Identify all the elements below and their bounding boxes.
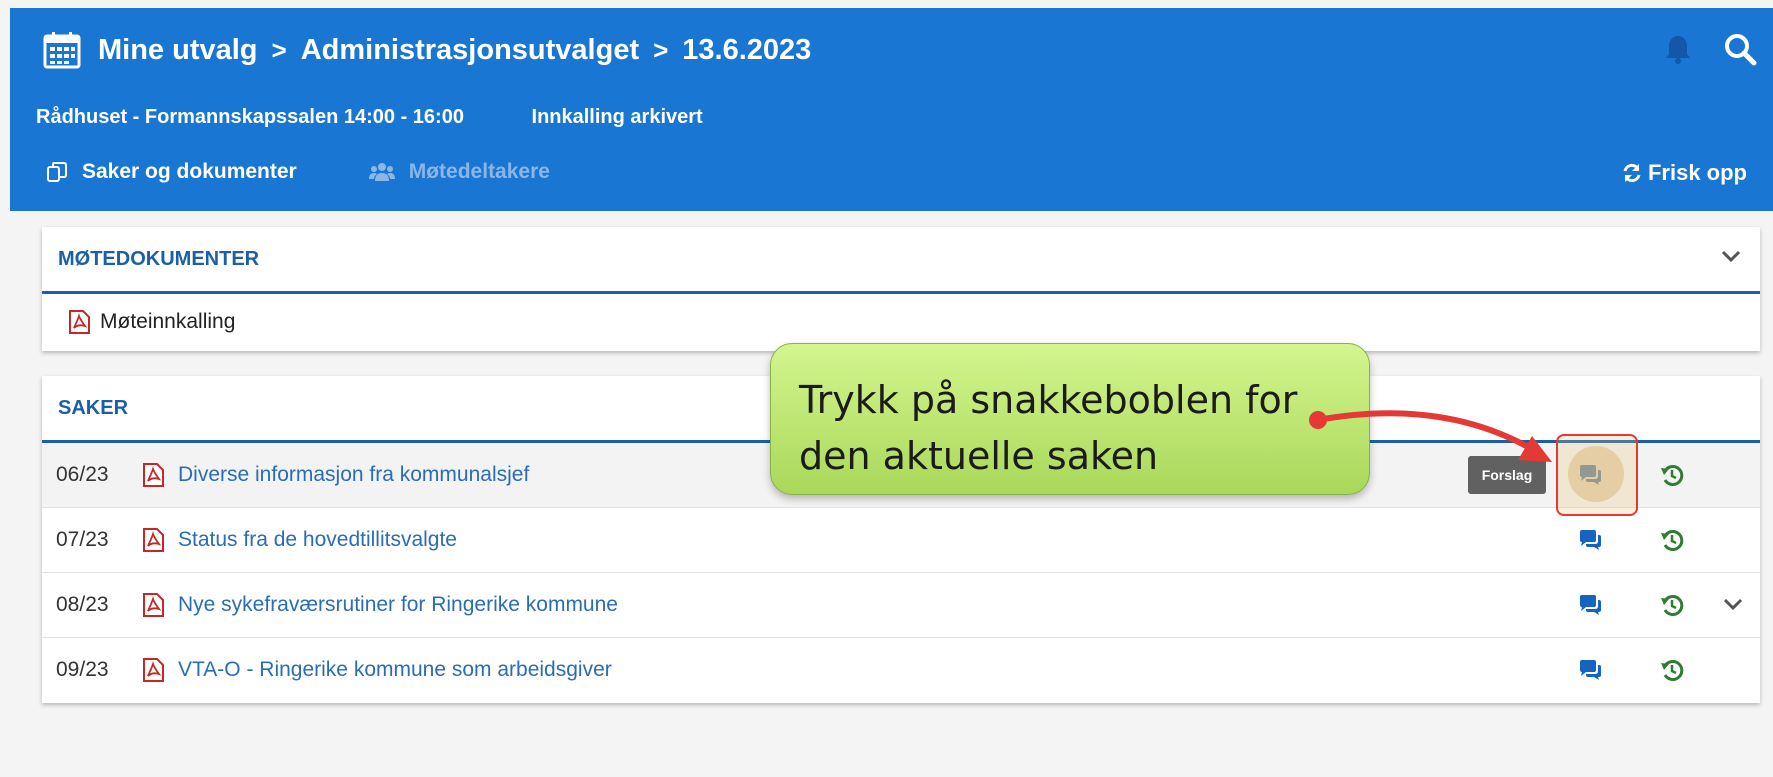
cases-title: SAKER bbox=[58, 396, 129, 419]
breadcrumb: Mine utvalg > Administrasjonsutvalget > … bbox=[42, 30, 811, 70]
case-number: 07/23 bbox=[56, 528, 109, 551]
meeting-status: Innkalling arkivert bbox=[531, 106, 703, 128]
case-row[interactable]: 08/23 Nye sykefraværsrutiner for Ringeri… bbox=[42, 573, 1760, 638]
case-number: 06/23 bbox=[56, 463, 109, 486]
meeting-documents-header[interactable]: MØTEDOKUMENTER bbox=[42, 227, 1760, 294]
breadcrumb-separator: > bbox=[271, 34, 287, 65]
calendar-icon bbox=[43, 32, 81, 69]
tab-participants[interactable]: Møtedeltakere bbox=[368, 160, 550, 184]
annotation-highlight-box bbox=[1556, 434, 1638, 516]
pdf-icon[interactable] bbox=[140, 657, 166, 683]
meeting-info: Rådhuset - Formannskapssalen 14:00 - 16:… bbox=[36, 106, 765, 129]
history-icon[interactable] bbox=[1660, 528, 1684, 552]
callout-line-1: Trykk på snakkeboblen for bbox=[799, 378, 1298, 422]
pdf-icon bbox=[69, 310, 90, 334]
search-icon[interactable] bbox=[1723, 32, 1757, 66]
top-header: Mine utvalg > Administrasjonsutvalget > … bbox=[10, 8, 1773, 211]
chat-bubble-icon[interactable] bbox=[1578, 593, 1602, 617]
case-number: 08/23 bbox=[56, 593, 109, 616]
breadcrumb-date: 13.6.2023 bbox=[682, 33, 812, 66]
breadcrumb-separator: > bbox=[653, 34, 669, 65]
chat-bubble-icon[interactable] bbox=[1578, 528, 1602, 552]
meeting-location-time: Rådhuset - Formannskapssalen 14:00 - 16:… bbox=[36, 106, 464, 128]
history-icon[interactable] bbox=[1660, 593, 1684, 617]
tab-cases-documents[interactable]: Saker og dokumenter bbox=[46, 160, 297, 184]
case-number: 09/23 bbox=[56, 658, 109, 681]
callout-line-2: den aktuelle saken bbox=[799, 434, 1159, 478]
document-item[interactable]: Møteinnkalling bbox=[42, 294, 1760, 350]
refresh-icon bbox=[1623, 163, 1641, 183]
meeting-documents-title: MØTEDOKUMENTER bbox=[58, 247, 260, 270]
case-title-link[interactable]: Nye sykefraværsrutiner for Ringerike kom… bbox=[178, 593, 618, 617]
chevron-down-icon[interactable] bbox=[1720, 249, 1742, 263]
pdf-icon[interactable] bbox=[140, 527, 166, 553]
case-title-link[interactable]: VTA-O - Ringerike kommune som arbeidsgiv… bbox=[178, 658, 612, 682]
case-row[interactable]: 07/23 Status fra de hovedtillitsvalgte bbox=[42, 508, 1760, 573]
chat-bubble-icon[interactable] bbox=[1578, 658, 1602, 682]
case-row[interactable]: 09/23 VTA-O - Ringerike kommune som arbe… bbox=[42, 638, 1760, 702]
breadcrumb-committee[interactable]: Administrasjonsutvalget bbox=[301, 34, 639, 67]
bell-icon[interactable] bbox=[1663, 33, 1693, 65]
tab-participants-label: Møtedeltakere bbox=[408, 160, 550, 183]
pdf-icon[interactable] bbox=[140, 592, 166, 618]
breadcrumb-mine-utvalg[interactable]: Mine utvalg bbox=[98, 34, 258, 67]
history-icon[interactable] bbox=[1660, 463, 1684, 487]
refresh-button[interactable]: Frisk opp bbox=[1622, 160, 1747, 186]
document-title: Møteinnkalling bbox=[100, 310, 236, 333]
chevron-down-icon[interactable] bbox=[1722, 597, 1744, 611]
tab-cases-documents-label: Saker og dokumenter bbox=[82, 160, 297, 183]
annotation-callout: Trykk på snakkeboblen for den aktuelle s… bbox=[770, 343, 1370, 495]
tooltip: Forslag bbox=[1468, 456, 1546, 494]
history-icon[interactable] bbox=[1660, 658, 1684, 682]
users-icon bbox=[368, 163, 395, 181]
pdf-icon[interactable] bbox=[140, 462, 166, 488]
meeting-documents-panel: MØTEDOKUMENTER Møteinnkalling bbox=[42, 227, 1760, 351]
refresh-label: Frisk opp bbox=[1647, 160, 1747, 185]
case-title-link[interactable]: Status fra de hovedtillitsvalgte bbox=[178, 528, 457, 552]
documents-icon bbox=[47, 162, 67, 182]
case-title-link[interactable]: Diverse informasjon fra kommunalsjef bbox=[178, 463, 529, 487]
